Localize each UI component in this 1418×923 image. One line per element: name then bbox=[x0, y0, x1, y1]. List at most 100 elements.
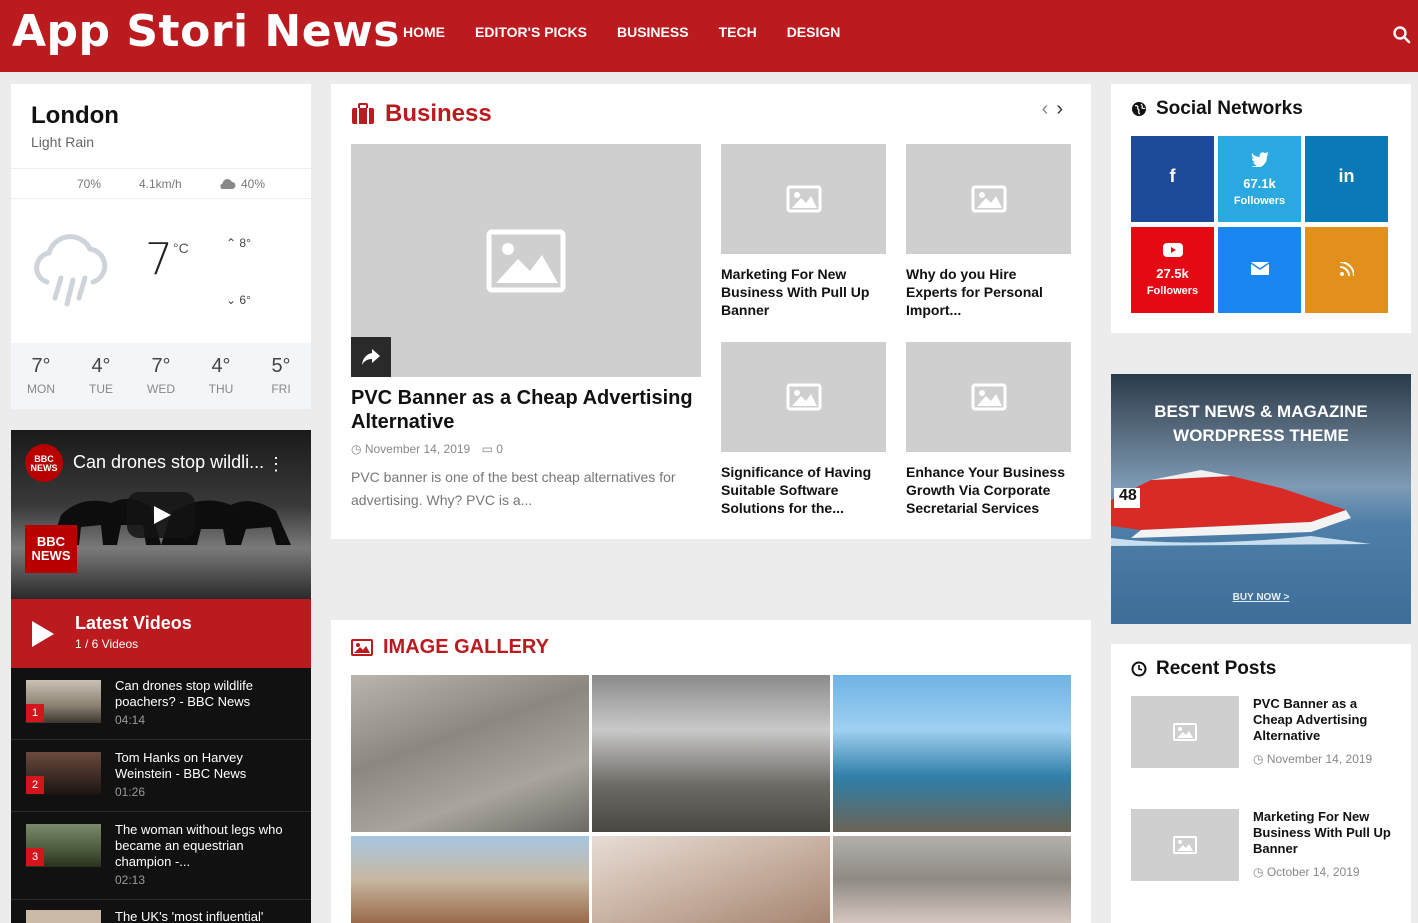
weather-forecast: 7° MON 4° TUE 7° WED 4° THU 5° FRI bbox=[11, 343, 311, 409]
featured-article-title[interactable]: PVC Banner as a Cheap Advertising Altern… bbox=[351, 386, 701, 434]
image-icon bbox=[971, 185, 1006, 213]
social-title: Social Networks bbox=[1156, 98, 1303, 119]
article-thumbnail[interactable] bbox=[721, 144, 886, 254]
youtube-play-button[interactable] bbox=[127, 492, 195, 538]
recent-post-date: ◷ November 14, 2019 bbox=[1253, 752, 1373, 766]
site-logo[interactable]: App Stori News bbox=[12, 6, 400, 57]
gallery-image-street[interactable] bbox=[833, 836, 1071, 923]
youtube-icon bbox=[1162, 243, 1183, 257]
video-list-item[interactable]: The UK's 'most influential' bbox=[11, 900, 311, 923]
video-index: 2 bbox=[26, 776, 44, 794]
arrow-up-icon: ⌃ bbox=[226, 236, 240, 250]
speedboat-image bbox=[1111, 470, 1371, 546]
business-title: Business bbox=[385, 100, 492, 127]
video-duration: 01:26 bbox=[115, 785, 146, 799]
forecast-day: 4° TUE bbox=[89, 355, 113, 396]
more-vert-icon[interactable]: ⋮ bbox=[267, 454, 285, 475]
youtube-count: 27.5k bbox=[1156, 266, 1189, 281]
share-button[interactable] bbox=[351, 337, 391, 377]
linkedin-button[interactable]: in bbox=[1305, 136, 1388, 222]
next-arrow-icon[interactable]: › bbox=[1056, 98, 1071, 120]
article-title[interactable]: Enhance Your Business Growth Via Corpora… bbox=[906, 463, 1071, 517]
comment-icon[interactable]: ▭ bbox=[482, 442, 497, 456]
nav-business[interactable]: BUSINESS bbox=[617, 24, 689, 40]
video-player-title[interactable]: Can drones stop wildli... bbox=[73, 452, 273, 473]
email-button[interactable] bbox=[1218, 227, 1301, 313]
envelope-icon bbox=[1250, 262, 1269, 275]
twitter-followers-label: Followers bbox=[1233, 195, 1286, 207]
recent-posts-title: Recent Posts bbox=[1156, 658, 1277, 679]
forecast-day: 5° FRI bbox=[271, 355, 291, 396]
gallery-image-laptop[interactable] bbox=[592, 836, 830, 923]
advertisement-banner[interactable]: BEST NEWS & MAGAZINE WORDPRESS THEME 48 B… bbox=[1111, 374, 1411, 624]
bbc-channel-avatar[interactable]: BBC NEWS bbox=[25, 444, 63, 482]
article-title[interactable]: Significance of Having Suitable Software… bbox=[721, 463, 886, 517]
business-header: Business bbox=[351, 100, 492, 128]
image-icon bbox=[786, 185, 821, 213]
twitter-button[interactable]: 67.1k Followers bbox=[1218, 136, 1301, 222]
bbc-news-logo: BBC NEWS bbox=[25, 525, 77, 573]
current-temperature: 7 bbox=[145, 234, 173, 285]
video-player[interactable]: BBC NEWS Can drones stop wildli... ⋮ BBC… bbox=[11, 430, 311, 599]
recent-post-date: ◷ October 14, 2019 bbox=[1253, 865, 1360, 879]
nav-tech[interactable]: TECH bbox=[719, 24, 757, 40]
nav-editors-picks[interactable]: EDITOR'S PICKS bbox=[475, 24, 587, 40]
top-header: App Stori News HOME EDITOR'S PICKS BUSIN… bbox=[0, 0, 1418, 72]
clock-icon: ◷ bbox=[351, 442, 365, 456]
humidity-value: 70% bbox=[77, 177, 102, 191]
recent-post-thumbnail[interactable] bbox=[1131, 809, 1239, 881]
linkedin-icon: in bbox=[1338, 166, 1355, 186]
article-title[interactable]: Why do you Hire Experts for Personal Imp… bbox=[906, 265, 1071, 319]
clouds-value: 40% bbox=[241, 177, 266, 191]
recent-post-title[interactable]: Marketing For New Business With Pull Up … bbox=[1253, 809, 1398, 857]
prev-arrow-icon[interactable]: ‹ bbox=[1042, 98, 1057, 120]
clock-icon: ◷ bbox=[1253, 865, 1267, 879]
gallery-image-fitness[interactable] bbox=[592, 675, 830, 832]
social-networks-widget: Social Networks f 67.1k Followers in 27.… bbox=[1111, 84, 1411, 333]
video-list-item[interactable]: 2 Tom Hanks on Harvey Weinstein - BBC Ne… bbox=[11, 740, 311, 812]
buy-now-link[interactable]: BUY NOW > bbox=[1111, 592, 1411, 603]
video-duration: 02:13 bbox=[115, 873, 146, 887]
search-icon[interactable] bbox=[1392, 25, 1412, 45]
video-index: 3 bbox=[26, 848, 44, 866]
recent-post-title[interactable]: PVC Banner as a Cheap Advertising Altern… bbox=[1253, 696, 1398, 744]
weather-widget: London Light Rain 70% 4.1km/h 40% 7 °C ⌃… bbox=[11, 84, 311, 409]
gallery-image-office[interactable] bbox=[351, 675, 589, 832]
temp-low: ⌄ 6° bbox=[226, 293, 251, 307]
image-gallery-section: IMAGE GALLERY bbox=[331, 620, 1091, 923]
rss-icon bbox=[1339, 261, 1355, 277]
nav-home[interactable]: HOME bbox=[403, 24, 445, 40]
recent-post-thumbnail[interactable] bbox=[1131, 696, 1239, 768]
play-icon[interactable] bbox=[32, 621, 54, 647]
video-item-title: The UK's 'most influential' bbox=[115, 909, 264, 923]
facebook-button[interactable]: f bbox=[1131, 136, 1214, 222]
image-icon bbox=[971, 383, 1006, 411]
nav-design[interactable]: DESIGN bbox=[787, 24, 841, 40]
briefcase-icon bbox=[352, 103, 374, 124]
social-header: Social Networks bbox=[1131, 98, 1303, 120]
video-list-item[interactable]: 1 Can drones stop wildlife poachers? - B… bbox=[11, 668, 311, 740]
gallery-image-beach-jump[interactable] bbox=[833, 675, 1071, 832]
video-thumbnail bbox=[26, 910, 101, 923]
image-icon bbox=[1173, 836, 1197, 854]
gallery-image-city[interactable] bbox=[351, 836, 589, 923]
temperature-unit: °C bbox=[173, 240, 189, 256]
clock-icon: ◷ bbox=[1253, 752, 1267, 766]
featured-image-placeholder[interactable] bbox=[351, 144, 701, 377]
video-list-item[interactable]: 3 The woman without legs who became an e… bbox=[11, 812, 311, 900]
article-title[interactable]: Marketing For New Business With Pull Up … bbox=[721, 265, 886, 319]
article-thumbnail[interactable] bbox=[906, 144, 1071, 254]
share-icon bbox=[362, 349, 380, 365]
slider-arrows: ‹› bbox=[1042, 98, 1071, 121]
featured-article-meta: ◷ November 14, 2019 ▭ 0 bbox=[351, 442, 503, 456]
facebook-icon: f bbox=[1169, 166, 1176, 186]
cloud-icon bbox=[220, 179, 236, 189]
youtube-button[interactable]: 27.5k Followers bbox=[1131, 227, 1214, 313]
rss-button[interactable] bbox=[1305, 227, 1388, 313]
article-thumbnail[interactable] bbox=[721, 342, 886, 452]
article-thumbnail[interactable] bbox=[906, 342, 1071, 452]
gallery-title: IMAGE GALLERY bbox=[383, 636, 549, 658]
video-item-title: Tom Hanks on Harvey Weinstein - BBC News bbox=[115, 750, 247, 781]
forecast-day: 7° WED bbox=[147, 355, 175, 396]
arrow-down-icon: ⌄ bbox=[226, 293, 240, 307]
